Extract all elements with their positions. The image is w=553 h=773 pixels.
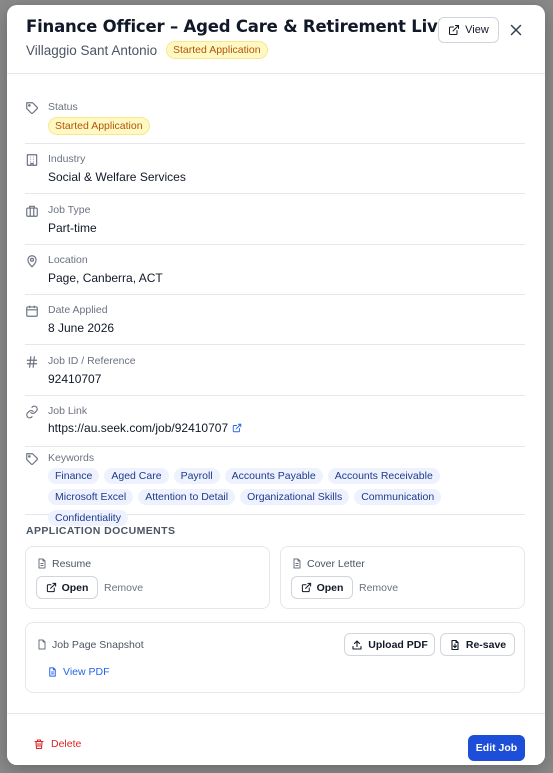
status-badge: Started Application bbox=[48, 117, 150, 135]
external-link-icon bbox=[301, 582, 312, 593]
remove-cover-letter-button[interactable]: Remove bbox=[359, 582, 398, 594]
upload-pdf-button[interactable]: Upload PDF bbox=[344, 633, 435, 656]
building-icon bbox=[25, 153, 39, 167]
field-label: Industry bbox=[48, 153, 86, 165]
modal-header: Finance Officer – Aged Care & Retirement… bbox=[7, 5, 545, 74]
resume-card: Resume Open Remove bbox=[25, 546, 270, 609]
edit-job-button[interactable]: Edit Job bbox=[468, 735, 525, 761]
open-resume-button[interactable]: Open bbox=[36, 576, 98, 599]
briefcase-icon bbox=[25, 204, 39, 218]
field-label: Location bbox=[48, 254, 88, 266]
job-link-text: https://au.seek.com/job/92410707 bbox=[48, 421, 229, 435]
field-industry: Industry Social & Welfare Services bbox=[25, 153, 525, 194]
link-label: View PDF bbox=[63, 666, 110, 678]
button-label: Re-save bbox=[465, 638, 507, 651]
button-label: Delete bbox=[51, 738, 82, 750]
keyword-chip: Accounts Receivable bbox=[327, 468, 440, 484]
view-button-label: View bbox=[465, 24, 489, 36]
trash-icon bbox=[33, 738, 45, 750]
button-label: Open bbox=[61, 581, 89, 594]
tag-icon bbox=[25, 452, 39, 466]
file-icon bbox=[291, 557, 303, 570]
field-label: Job Link bbox=[48, 405, 88, 417]
button-label: Upload PDF bbox=[368, 638, 428, 651]
card-title: Cover Letter bbox=[307, 558, 365, 570]
keyword-chip: Accounts Payable bbox=[224, 468, 323, 484]
field-location: Location Page, Canberra, ACT bbox=[25, 254, 525, 295]
delete-button[interactable]: Delete bbox=[33, 738, 81, 750]
external-link-icon bbox=[232, 423, 242, 433]
upload-icon bbox=[351, 639, 363, 651]
keyword-chip: Confidentiality bbox=[48, 510, 128, 526]
field-job-id: Job ID / Reference 92410707 bbox=[25, 355, 525, 396]
button-label: Open bbox=[316, 581, 344, 594]
hash-icon bbox=[25, 355, 39, 369]
field-value: Part-time bbox=[48, 221, 97, 235]
remove-resume-button[interactable]: Remove bbox=[104, 582, 143, 594]
field-label: Status bbox=[48, 101, 78, 113]
documents-section-title: APPLICATION DOCUMENTS bbox=[26, 525, 176, 537]
open-cover-letter-button[interactable]: Open bbox=[291, 576, 353, 599]
close-icon[interactable] bbox=[507, 21, 525, 39]
calendar-icon bbox=[25, 304, 39, 318]
field-label: Job Type bbox=[48, 204, 91, 216]
keyword-chip: Payroll bbox=[173, 468, 220, 484]
field-label: Date Applied bbox=[48, 304, 108, 316]
field-status: Status Started Application bbox=[25, 101, 525, 144]
file-icon bbox=[36, 638, 48, 651]
keyword-chip: Aged Care bbox=[104, 468, 169, 484]
external-link-icon bbox=[46, 582, 57, 593]
link-icon bbox=[25, 405, 39, 419]
keyword-chip: Attention to Detail bbox=[138, 489, 236, 505]
field-value: 8 June 2026 bbox=[48, 321, 115, 335]
keyword-chip: Organizational Skills bbox=[240, 489, 350, 505]
file-text-icon bbox=[47, 666, 58, 678]
resave-button[interactable]: Re-save bbox=[440, 633, 515, 656]
field-value: 92410707 bbox=[48, 372, 102, 386]
tag-icon bbox=[25, 101, 39, 115]
field-keywords: Keywords Finance Aged Care Payroll Accou… bbox=[25, 452, 525, 526]
file-download-icon bbox=[449, 639, 461, 651]
field-job-type: Job Type Part-time bbox=[25, 204, 525, 245]
job-snapshot-card: Job Page Snapshot Upload PDF Re-save Vie… bbox=[25, 622, 525, 693]
keyword-chip: Finance bbox=[48, 468, 100, 484]
external-link-icon bbox=[448, 24, 460, 36]
status-badge: Started Application bbox=[166, 41, 268, 59]
map-pin-icon bbox=[25, 254, 39, 268]
job-title: Finance Officer – Aged Care & Retirement… bbox=[26, 17, 467, 36]
field-value: Social & Welfare Services bbox=[48, 170, 186, 184]
card-title: Resume bbox=[52, 558, 92, 570]
view-button[interactable]: View bbox=[438, 17, 499, 43]
job-details-modal: Finance Officer – Aged Care & Retirement… bbox=[7, 5, 545, 765]
field-date-applied: Date Applied 8 June 2026 bbox=[25, 304, 525, 345]
keyword-chip: Microsoft Excel bbox=[48, 489, 134, 505]
field-value: Page, Canberra, ACT bbox=[48, 271, 163, 285]
cover-letter-card: Cover Letter Open Remove bbox=[280, 546, 525, 609]
job-link[interactable]: https://au.seek.com/job/92410707 bbox=[48, 421, 242, 435]
file-icon bbox=[36, 557, 48, 570]
keyword-chip: Communication bbox=[354, 489, 442, 505]
modal-footer: Delete Edit Job bbox=[7, 713, 545, 765]
view-pdf-link[interactable]: View PDF bbox=[47, 666, 110, 678]
company-name: Villaggio Sant Antonio bbox=[26, 43, 158, 58]
field-label: Keywords bbox=[48, 452, 95, 464]
field-job-link: Job Link https://au.seek.com/job/9241070… bbox=[25, 405, 525, 447]
field-label: Job ID / Reference bbox=[48, 355, 136, 367]
card-title: Job Page Snapshot bbox=[52, 639, 144, 651]
keyword-list: Finance Aged Care Payroll Accounts Payab… bbox=[48, 468, 518, 526]
